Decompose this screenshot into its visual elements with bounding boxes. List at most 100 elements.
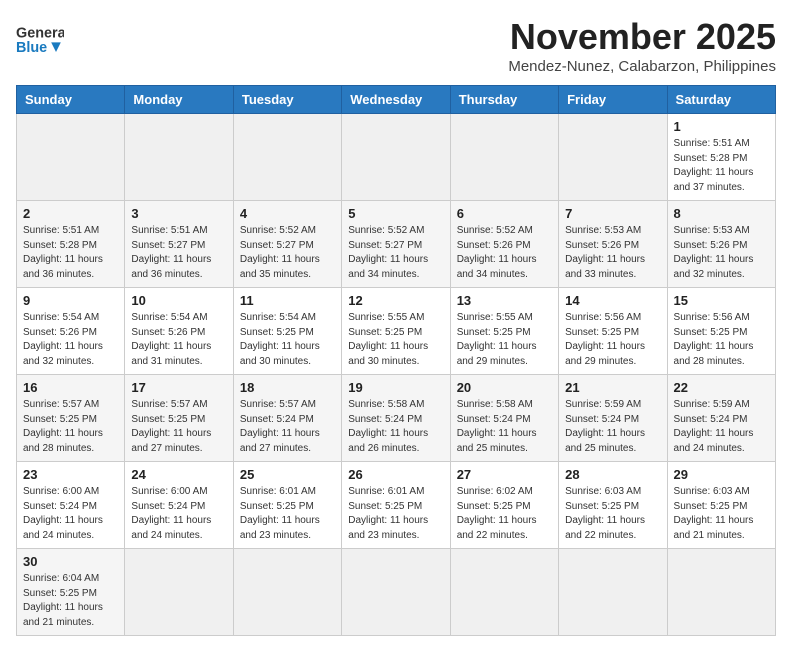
day-number: 23 bbox=[23, 467, 118, 482]
day-number: 29 bbox=[674, 467, 769, 482]
calendar-cell: 24 Sunrise: 6:00 AMSunset: 5:24 PMDayligh… bbox=[125, 462, 233, 549]
day-info: Sunrise: 5:51 AMSunset: 5:28 PMDaylight:… bbox=[23, 224, 118, 282]
calendar-cell bbox=[450, 114, 558, 201]
calendar-cell: 25 Sunrise: 6:01 AMSunset: 5:25 PMDayligh… bbox=[233, 462, 341, 549]
week-row-1: 1Sunrise: 5:51 AMSunset: 5:28 PMDaylight… bbox=[17, 114, 776, 201]
calendar-cell: 21 Sunrise: 5:59 AMSunset: 5:24 PMDayligh… bbox=[559, 375, 667, 462]
day-number: 5 bbox=[348, 206, 443, 221]
day-number: 12 bbox=[348, 293, 443, 308]
calendar-cell: 12 Sunrise: 5:55 AMSunset: 5:25 PMDayligh… bbox=[342, 288, 450, 375]
calendar-cell: 5 Sunrise: 5:52 AMSunset: 5:27 PMDaylight… bbox=[342, 201, 450, 288]
calendar-cell: 16 Sunrise: 5:57 AMSunset: 5:25 PMDayligh… bbox=[17, 375, 125, 462]
day-number: 18 bbox=[240, 380, 335, 395]
day-info: Sunrise: 6:00 AMSunset: 5:24 PMDaylight:… bbox=[23, 485, 118, 543]
calendar-cell: 30Sunrise: 6:04 AMSunset: 5:25 PMDayligh… bbox=[17, 549, 125, 636]
calendar-cell bbox=[342, 114, 450, 201]
day-number: 19 bbox=[348, 380, 443, 395]
calendar-cell: 23 Sunrise: 6:00 AMSunset: 5:24 PMDayligh… bbox=[17, 462, 125, 549]
calendar-cell: 8 Sunrise: 5:53 AMSunset: 5:26 PMDaylight… bbox=[667, 201, 775, 288]
day-number: 21 bbox=[565, 380, 660, 395]
weekday-header-row: SundayMondayTuesdayWednesdayThursdayFrid… bbox=[17, 86, 776, 114]
day-info: Sunrise: 5:52 AMSunset: 5:27 PMDaylight:… bbox=[240, 224, 335, 282]
weekday-header-monday: Monday bbox=[125, 86, 233, 114]
calendar-cell bbox=[233, 114, 341, 201]
calendar-cell bbox=[559, 549, 667, 636]
calendar-cell: 11 Sunrise: 5:54 AMSunset: 5:25 PMDayligh… bbox=[233, 288, 341, 375]
day-number: 24 bbox=[131, 467, 226, 482]
day-info: Sunrise: 5:52 AMSunset: 5:27 PMDaylight:… bbox=[348, 224, 443, 282]
day-number: 4 bbox=[240, 206, 335, 221]
calendar-table: SundayMondayTuesdayWednesdayThursdayFrid… bbox=[16, 85, 776, 636]
week-row-2: 2 Sunrise: 5:51 AMSunset: 5:28 PMDaylight… bbox=[17, 201, 776, 288]
day-number: 7 bbox=[565, 206, 660, 221]
day-info: Sunrise: 5:53 AMSunset: 5:26 PMDaylight:… bbox=[565, 224, 660, 282]
day-info: Sunrise: 5:55 AMSunset: 5:25 PMDaylight:… bbox=[348, 311, 443, 369]
day-info: Sunrise: 5:53 AMSunset: 5:26 PMDaylight:… bbox=[674, 224, 769, 282]
day-number: 16 bbox=[23, 380, 118, 395]
day-info: Sunrise: 5:54 AMSunset: 5:26 PMDaylight:… bbox=[131, 311, 226, 369]
calendar-cell: 9 Sunrise: 5:54 AMSunset: 5:26 PMDaylight… bbox=[17, 288, 125, 375]
day-info: Sunrise: 6:03 AMSunset: 5:25 PMDaylight:… bbox=[565, 485, 660, 543]
week-row-3: 9 Sunrise: 5:54 AMSunset: 5:26 PMDaylight… bbox=[17, 288, 776, 375]
calendar-cell: 1Sunrise: 5:51 AMSunset: 5:28 PMDaylight… bbox=[667, 114, 775, 201]
calendar-cell: 3Sunrise: 5:51 AMSunset: 5:27 PMDaylight… bbox=[125, 201, 233, 288]
day-number: 6 bbox=[457, 206, 552, 221]
day-number: 20 bbox=[457, 380, 552, 395]
month-title: November 2025 bbox=[508, 16, 776, 58]
day-info: Sunrise: 5:58 AMSunset: 5:24 PMDaylight:… bbox=[348, 398, 443, 456]
svg-text:General: General bbox=[16, 26, 64, 42]
day-info: Sunrise: 6:00 AMSunset: 5:24 PMDaylight:… bbox=[131, 485, 226, 543]
day-info: Sunrise: 6:01 AMSunset: 5:25 PMDaylight:… bbox=[240, 485, 335, 543]
day-info: Sunrise: 5:57 AMSunset: 5:25 PMDaylight:… bbox=[131, 398, 226, 456]
calendar-cell bbox=[125, 549, 233, 636]
location-subtitle: Mendez-Nunez, Calabarzon, Philippines bbox=[508, 58, 776, 75]
calendar-cell: 22Sunrise: 5:59 AMSunset: 5:24 PMDayligh… bbox=[667, 375, 775, 462]
day-number: 8 bbox=[674, 206, 769, 221]
calendar-cell: 15Sunrise: 5:56 AMSunset: 5:25 PMDayligh… bbox=[667, 288, 775, 375]
day-info: Sunrise: 5:52 AMSunset: 5:26 PMDaylight:… bbox=[457, 224, 552, 282]
calendar-cell: 29Sunrise: 6:03 AMSunset: 5:25 PMDayligh… bbox=[667, 462, 775, 549]
calendar-cell: 18 Sunrise: 5:57 AMSunset: 5:24 PMDayligh… bbox=[233, 375, 341, 462]
calendar-cell: 14Sunrise: 5:56 AMSunset: 5:25 PMDayligh… bbox=[559, 288, 667, 375]
generalblue-logo-icon: General Blue bbox=[16, 16, 64, 64]
day-number: 25 bbox=[240, 467, 335, 482]
calendar-cell: 19 Sunrise: 5:58 AMSunset: 5:24 PMDayligh… bbox=[342, 375, 450, 462]
page-header: General Blue November 2025 Mendez-Nunez,… bbox=[16, 16, 776, 75]
day-info: Sunrise: 5:59 AMSunset: 5:24 PMDaylight:… bbox=[565, 398, 660, 456]
day-number: 10 bbox=[131, 293, 226, 308]
calendar-cell bbox=[450, 549, 558, 636]
day-number: 15 bbox=[674, 293, 769, 308]
day-info: Sunrise: 5:54 AMSunset: 5:25 PMDaylight:… bbox=[240, 311, 335, 369]
calendar-cell bbox=[342, 549, 450, 636]
day-info: Sunrise: 6:01 AMSunset: 5:25 PMDaylight:… bbox=[348, 485, 443, 543]
weekday-header-tuesday: Tuesday bbox=[233, 86, 341, 114]
day-info: Sunrise: 5:59 AMSunset: 5:24 PMDaylight:… bbox=[674, 398, 769, 456]
calendar-cell bbox=[125, 114, 233, 201]
day-number: 28 bbox=[565, 467, 660, 482]
day-number: 13 bbox=[457, 293, 552, 308]
day-info: Sunrise: 6:02 AMSunset: 5:25 PMDaylight:… bbox=[457, 485, 552, 543]
week-row-4: 16 Sunrise: 5:57 AMSunset: 5:25 PMDayligh… bbox=[17, 375, 776, 462]
calendar-cell: 26Sunrise: 6:01 AMSunset: 5:25 PMDayligh… bbox=[342, 462, 450, 549]
day-number: 3 bbox=[131, 206, 226, 221]
day-info: Sunrise: 5:51 AMSunset: 5:28 PMDaylight:… bbox=[674, 137, 769, 195]
day-info: Sunrise: 5:57 AMSunset: 5:24 PMDaylight:… bbox=[240, 398, 335, 456]
day-info: Sunrise: 5:57 AMSunset: 5:25 PMDaylight:… bbox=[23, 398, 118, 456]
calendar-cell bbox=[233, 549, 341, 636]
weekday-header-sunday: Sunday bbox=[17, 86, 125, 114]
day-number: 2 bbox=[23, 206, 118, 221]
calendar-cell: 2 Sunrise: 5:51 AMSunset: 5:28 PMDaylight… bbox=[17, 201, 125, 288]
day-info: Sunrise: 5:58 AMSunset: 5:24 PMDaylight:… bbox=[457, 398, 552, 456]
day-number: 17 bbox=[131, 380, 226, 395]
weekday-header-wednesday: Wednesday bbox=[342, 86, 450, 114]
calendar-cell: 10 Sunrise: 5:54 AMSunset: 5:26 PMDayligh… bbox=[125, 288, 233, 375]
calendar-cell: 4 Sunrise: 5:52 AMSunset: 5:27 PMDaylight… bbox=[233, 201, 341, 288]
calendar-cell bbox=[559, 114, 667, 201]
day-info: Sunrise: 5:54 AMSunset: 5:26 PMDaylight:… bbox=[23, 311, 118, 369]
title-area: November 2025 Mendez-Nunez, Calabarzon, … bbox=[508, 16, 776, 75]
day-number: 9 bbox=[23, 293, 118, 308]
calendar-cell bbox=[667, 549, 775, 636]
day-number: 11 bbox=[240, 293, 335, 308]
calendar-cell: 20 Sunrise: 5:58 AMSunset: 5:24 PMDayligh… bbox=[450, 375, 558, 462]
calendar-cell: 6 Sunrise: 5:52 AMSunset: 5:26 PMDaylight… bbox=[450, 201, 558, 288]
